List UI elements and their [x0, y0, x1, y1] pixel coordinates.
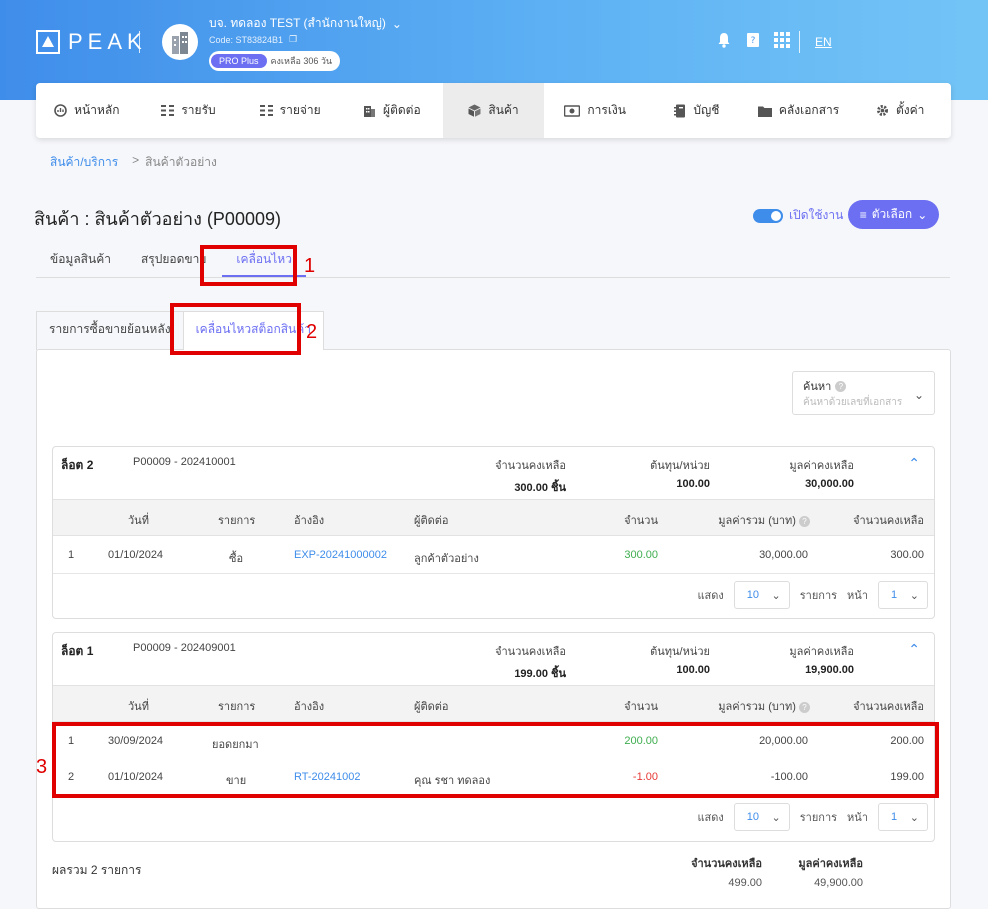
- table-header: วันที่ รายการ อ้างอิง ผู้ติดต่อ จำนวน มู…: [53, 685, 934, 722]
- bell-icon[interactable]: [716, 32, 732, 48]
- menu-item-accounting[interactable]: บัญชี: [646, 83, 748, 138]
- totals-value: มูลค่าคงเหลือ 49,900.00: [798, 858, 863, 889]
- chevron-down-icon: ⌄: [909, 589, 919, 602]
- search-field[interactable]: ค้นหา ? ค้นหาด้วยเลขที่เอกสาร ⌄: [792, 371, 935, 415]
- lot-cost-per-unit: ต้นทุน/หน่วย 100.00: [650, 460, 710, 490]
- menu-item-finance[interactable]: การเงิน: [544, 83, 646, 138]
- menu-item-income[interactable]: รายรับ: [138, 83, 240, 138]
- table-row[interactable]: 1 01/10/2024 ซื้อ EXP-20241000002 ลูกค้า…: [53, 537, 934, 574]
- company-avatar[interactable]: [162, 24, 198, 60]
- chevron-down-icon: ⌄: [913, 388, 924, 402]
- folder-icon: [757, 106, 772, 117]
- plan-badge[interactable]: PRO Plus คงเหลือ 306 วัน: [209, 51, 341, 71]
- expense-icon: [259, 105, 273, 116]
- annotation-number: 1: [304, 255, 316, 277]
- menu-item-contacts[interactable]: ผู้ติดต่อ: [341, 83, 443, 138]
- breadcrumb-products-link[interactable]: สินค้า/บริการ: [50, 153, 118, 172]
- header-divider: [799, 31, 800, 53]
- breadcrumb-current: สินค้าตัวอย่าง: [145, 155, 217, 169]
- lot-cost-per-unit: ต้นทุน/หน่วย 100.00: [650, 646, 710, 676]
- language-switch[interactable]: EN: [815, 35, 832, 49]
- pagination: แสดง 10 ⌄ รายการ หน้า 1 ⌄: [697, 803, 928, 831]
- header-actions: ?: [716, 32, 790, 48]
- money-icon: [564, 104, 581, 117]
- svg-text:?: ?: [751, 36, 756, 46]
- logo-mark-icon: [36, 30, 60, 54]
- tab-transaction-history[interactable]: รายการซื้อขายย้อนหลัง: [36, 311, 183, 350]
- tabs-divider: [36, 277, 950, 278]
- help-icon: ?: [835, 380, 847, 392]
- chevron-down-icon: ⌄: [771, 811, 781, 824]
- reference-link[interactable]: EXP-20241000002: [294, 549, 387, 561]
- menu-item-documents[interactable]: คลังเอกสาร: [748, 83, 850, 138]
- peak-logo[interactable]: PEAK: [36, 29, 147, 54]
- page-title: สินค้า : สินค้าตัวอย่าง (P00009): [34, 209, 281, 229]
- menu-item-expense[interactable]: รายจ่าย: [239, 83, 341, 138]
- lot-card: ล็อต 2 P00009 - 202410001 จำนวนคงเหลือ 30…: [52, 446, 935, 619]
- ledger-icon: [674, 104, 686, 117]
- lot-name: ล็อต 1: [61, 644, 94, 658]
- chevron-down-icon: ⌄: [909, 811, 919, 824]
- gear-icon: [877, 105, 888, 116]
- page-size-select[interactable]: 10 ⌄: [733, 581, 790, 609]
- highlight-box-1: [200, 245, 297, 286]
- contacts-icon: [364, 106, 376, 117]
- lot-remaining-qty: จำนวนคงเหลือ 199.00 ชิ้น: [495, 646, 566, 680]
- menu-item-products[interactable]: สินค้า: [442, 83, 545, 138]
- menu-item-settings[interactable]: ตั้งค่า: [849, 83, 951, 138]
- tab-product-info[interactable]: ข้อมูลสินค้า: [36, 251, 125, 277]
- breadcrumb: สินค้า/บริการ > สินค้าตัวอย่าง: [50, 153, 217, 172]
- chevron-down-icon: ⌄: [391, 16, 402, 31]
- annotation-number: 2: [306, 321, 318, 343]
- options-button[interactable]: ≡ ตัวเลือก ⌄: [848, 200, 939, 229]
- menu-lines-icon: ≡: [859, 207, 867, 222]
- main-menu: หน้าหลัก รายรับ รายจ่าย ผู้ติดต่อ สินค้า…: [36, 83, 951, 138]
- lot-code: P00009 - 202410001: [133, 456, 236, 468]
- help-icon: ?: [799, 516, 810, 527]
- building-icon: [172, 32, 188, 54]
- search-input[interactable]: ค้นหาด้วยเลขที่เอกสาร: [803, 395, 902, 410]
- chevron-down-icon: ⌄: [771, 589, 781, 602]
- lot-remaining-qty: จำนวนคงเหลือ 300.00 ชิ้น: [495, 460, 566, 494]
- chevron-down-icon: ⌄: [917, 207, 928, 222]
- toggle-switch[interactable]: [753, 208, 783, 223]
- lot-name: ล็อต 2: [61, 458, 94, 472]
- book-icon[interactable]: ?: [746, 32, 760, 48]
- lot-remaining-value: มูลค่าคงเหลือ 30,000.00: [789, 460, 854, 490]
- dashboard-icon: [54, 104, 67, 117]
- highlight-box-3: [52, 722, 939, 798]
- copy-icon[interactable]: ❐: [289, 34, 297, 45]
- annotation-number: 3: [36, 756, 48, 778]
- page-number-select[interactable]: 1 ⌄: [878, 581, 928, 609]
- income-icon: [161, 105, 175, 116]
- page-size-select[interactable]: 10 ⌄: [733, 803, 790, 831]
- collapse-chevron-up-icon[interactable]: ⌃: [908, 641, 920, 658]
- header-divider: [139, 31, 140, 53]
- page-number-select[interactable]: 1 ⌄: [878, 803, 928, 831]
- box-icon: [468, 104, 481, 117]
- totals-label: ผลรวม 2 รายการ: [52, 863, 142, 877]
- active-toggle[interactable]: เปิดใช้งาน: [753, 206, 843, 225]
- totals-quantity: จำนวนคงเหลือ 499.00: [691, 858, 762, 889]
- menu-item-dashboard[interactable]: หน้าหลัก: [36, 83, 138, 138]
- help-icon: ?: [799, 702, 810, 713]
- highlight-box-2: [170, 303, 301, 355]
- company-code: Code: ST83824B1 ❐: [209, 34, 298, 45]
- company-switcher[interactable]: บจ. ทดลอง TEST (สำนักงานใหญ่) ⌄: [209, 14, 402, 33]
- pagination: แสดง 10 ⌄ รายการ หน้า 1 ⌄: [697, 581, 928, 609]
- lot-code: P00009 - 202409001: [133, 642, 236, 654]
- apps-grid-icon[interactable]: [774, 32, 790, 48]
- table-header: วันที่ รายการ อ้างอิง ผู้ติดต่อ จำนวน มู…: [53, 499, 934, 536]
- collapse-chevron-up-icon[interactable]: ⌃: [908, 455, 920, 472]
- lot-remaining-value: มูลค่าคงเหลือ 19,900.00: [789, 646, 854, 676]
